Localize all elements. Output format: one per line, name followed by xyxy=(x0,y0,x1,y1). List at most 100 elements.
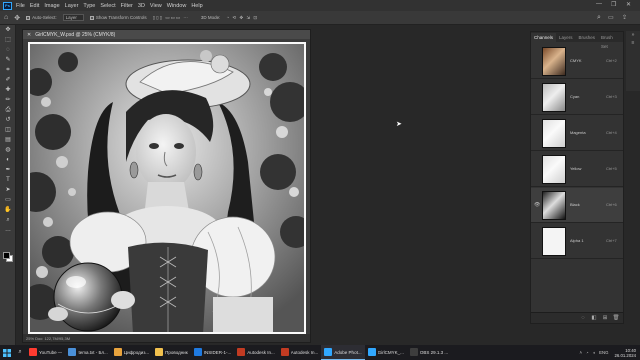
channel-row-cmyk[interactable]: CMYK Ctrl+2 xyxy=(531,44,623,79)
menu-type[interactable]: Type xyxy=(83,3,95,9)
taskbar-item[interactable]: Проводник xyxy=(152,345,191,360)
lasso-tool-icon[interactable]: ◌ xyxy=(0,45,16,55)
pen-tool-icon[interactable]: ✒ xyxy=(0,165,16,175)
stamp-tool-icon[interactable]: ⎙ xyxy=(0,105,16,115)
taskbar-apps: YouTube — tema.txt - Бл... Цифродиз... Пров… xyxy=(26,345,451,360)
auto-select-checkbox[interactable] xyxy=(26,15,31,20)
document-status-text: 25% Doc: 122,7M/95,3M xyxy=(26,335,71,341)
taskbar-item[interactable]: OBS 29.1.3 ... xyxy=(407,345,451,360)
channel-thumbnail xyxy=(542,119,566,148)
move-tool-preset-icon[interactable]: ✥ xyxy=(14,14,20,22)
tab-channels[interactable]: Channels xyxy=(531,33,557,42)
home-icon[interactable]: ⌂ xyxy=(4,14,8,21)
taskbar-item-label: Autodesk In... xyxy=(290,349,319,355)
menu-help[interactable]: Help xyxy=(191,3,202,9)
new-channel-icon[interactable]: ⊞ xyxy=(601,314,609,322)
taskbar-item[interactable]: GirlCMYK_... xyxy=(365,345,407,360)
move-tool-icon[interactable]: ✥ xyxy=(0,25,16,35)
maximize-icon[interactable]: ❐ xyxy=(611,1,616,8)
tab-brushes[interactable]: Brushes xyxy=(576,33,599,42)
tray-arrow-icon[interactable]: ˄ xyxy=(579,350,582,355)
close-icon[interactable]: ✕ xyxy=(626,1,631,8)
auto-select-toggle[interactable]: Auto-Select: xyxy=(26,15,57,20)
app-icon xyxy=(367,348,376,356)
language-indicator[interactable]: ENG xyxy=(599,350,608,355)
taskbar-item[interactable]: Autodesk In... xyxy=(278,345,322,360)
type-tool-icon[interactable]: T xyxy=(0,175,16,185)
channel-row-magenta[interactable]: Magenta Ctrl+4 xyxy=(531,116,623,151)
taskbar-item[interactable]: Autodesk In... xyxy=(234,345,278,360)
trash-icon[interactable]: 🗑 xyxy=(612,314,620,322)
blur-tool-icon[interactable]: ◍ xyxy=(0,145,16,155)
channel-row-cyan[interactable]: Cyan Ctrl+3 xyxy=(531,80,623,115)
taskbar-item[interactable]: INSIDER-1-... xyxy=(191,345,235,360)
tab-brush-set[interactable]: Brush Set xyxy=(598,33,623,49)
3d-mode-icons[interactable]: ◔ ⟲ ✥ ⇲ ⊡ xyxy=(226,15,258,21)
channel-shortcut: Ctrl+2 xyxy=(606,58,617,63)
quick-select-tool-icon[interactable]: ✎ xyxy=(0,55,16,65)
tab-close-icon[interactable]: ✕ xyxy=(27,32,31,38)
menu-select[interactable]: Select xyxy=(100,3,115,9)
panel-menu-icon[interactable]: ≡ xyxy=(626,39,640,47)
mask-icon[interactable]: ◧ xyxy=(590,314,598,322)
crop-tool-icon[interactable]: ⌗ xyxy=(0,65,16,75)
menu-layer[interactable]: Layer xyxy=(65,3,79,9)
channel-row-black[interactable]: 👁 Black Ctrl+6 xyxy=(531,188,623,223)
menu-view[interactable]: View xyxy=(150,3,162,9)
taskbar-item[interactable]: Adobe Phot... xyxy=(321,345,365,360)
taskbar-item[interactable]: Цифродиз... xyxy=(111,345,152,360)
eraser-tool-icon[interactable]: ◫ xyxy=(0,125,16,135)
taskbar-search-icon[interactable]: ⌕ xyxy=(14,345,26,360)
channel-row-alpha-1[interactable]: Alpha 1 Ctrl+7 xyxy=(531,224,623,259)
gradient-tool-icon[interactable]: ▤ xyxy=(0,135,16,145)
eyedropper-tool-icon[interactable]: ✐ xyxy=(0,75,16,85)
channel-thumbnail xyxy=(542,227,566,256)
clock-date: 26.01.2024 xyxy=(614,352,636,358)
menu-window[interactable]: Window xyxy=(167,3,187,9)
tab-layers[interactable]: Layers xyxy=(556,33,576,42)
healing-tool-icon[interactable]: ✚ xyxy=(0,85,16,95)
workspace-icon[interactable]: ▭ xyxy=(608,14,614,21)
collapse-panel-icon[interactable]: » xyxy=(626,31,640,39)
network-icon[interactable]: ◔ xyxy=(586,350,589,355)
taskbar-item[interactable]: tema.txt - Бл... xyxy=(65,345,110,360)
app-icon xyxy=(68,348,77,356)
menu-file[interactable]: File xyxy=(16,3,25,9)
dotted-circle-icon[interactable]: ◌ xyxy=(579,314,587,322)
channel-thumbnail xyxy=(542,47,566,76)
history-brush-tool-icon[interactable]: ↺ xyxy=(0,115,16,125)
show-transform-checkbox[interactable] xyxy=(89,15,94,20)
align-icons[interactable]: ▯▯▯ ▭▭▭ ⋯ xyxy=(153,15,189,21)
auto-select-dropdown[interactable]: Layer xyxy=(62,14,84,21)
photoshop-logo-icon[interactable]: Ps xyxy=(3,1,12,10)
minimize-icon[interactable]: — xyxy=(596,1,602,7)
marquee-tool-icon[interactable]: ⬚ xyxy=(0,35,16,45)
start-button[interactable] xyxy=(0,345,14,360)
taskbar-item-label: YouTube — xyxy=(39,349,63,355)
visibility-eye-icon[interactable]: 👁 xyxy=(534,202,540,208)
foreground-color-swatch[interactable] xyxy=(3,252,10,259)
channel-shortcut: Ctrl+4 xyxy=(606,130,617,135)
document-canvas[interactable] xyxy=(28,42,306,334)
dodge-tool-icon[interactable]: ◐ xyxy=(0,155,16,165)
volume-icon[interactable]: ◖ xyxy=(593,350,596,355)
clock[interactable]: 10:40 26.01.2024 xyxy=(614,348,636,358)
menu-image[interactable]: Image xyxy=(44,3,59,9)
hand-tool-icon[interactable]: ✋ xyxy=(0,205,16,215)
zoom-tool-icon[interactable]: ⌕ xyxy=(0,215,16,225)
menu-3d[interactable]: 3D xyxy=(138,3,145,9)
channel-name: Cyan xyxy=(570,94,580,99)
search-icon[interactable]: ⌕ xyxy=(597,14,601,22)
share-icon[interactable]: ⇪ xyxy=(622,14,627,21)
brush-tool-icon[interactable]: ✏ xyxy=(0,95,16,105)
taskbar-item-label: tema.txt - Бл... xyxy=(78,349,108,355)
path-select-tool-icon[interactable]: ➤ xyxy=(0,185,16,195)
document-tab[interactable]: ✕ GirlCMYK_W.psd @ 25% (CMYK/8) xyxy=(23,30,310,39)
taskbar-item[interactable]: YouTube — xyxy=(26,345,65,360)
shape-tool-icon[interactable]: ▭ xyxy=(0,195,16,205)
menu-edit[interactable]: Edit xyxy=(30,3,39,9)
menu-filter[interactable]: Filter xyxy=(121,3,133,9)
more-tools-icon[interactable]: … xyxy=(0,225,16,235)
show-transform-toggle[interactable]: Show Transform Controls xyxy=(89,15,147,20)
channel-row-yellow[interactable]: Yellow Ctrl+5 xyxy=(531,152,623,187)
